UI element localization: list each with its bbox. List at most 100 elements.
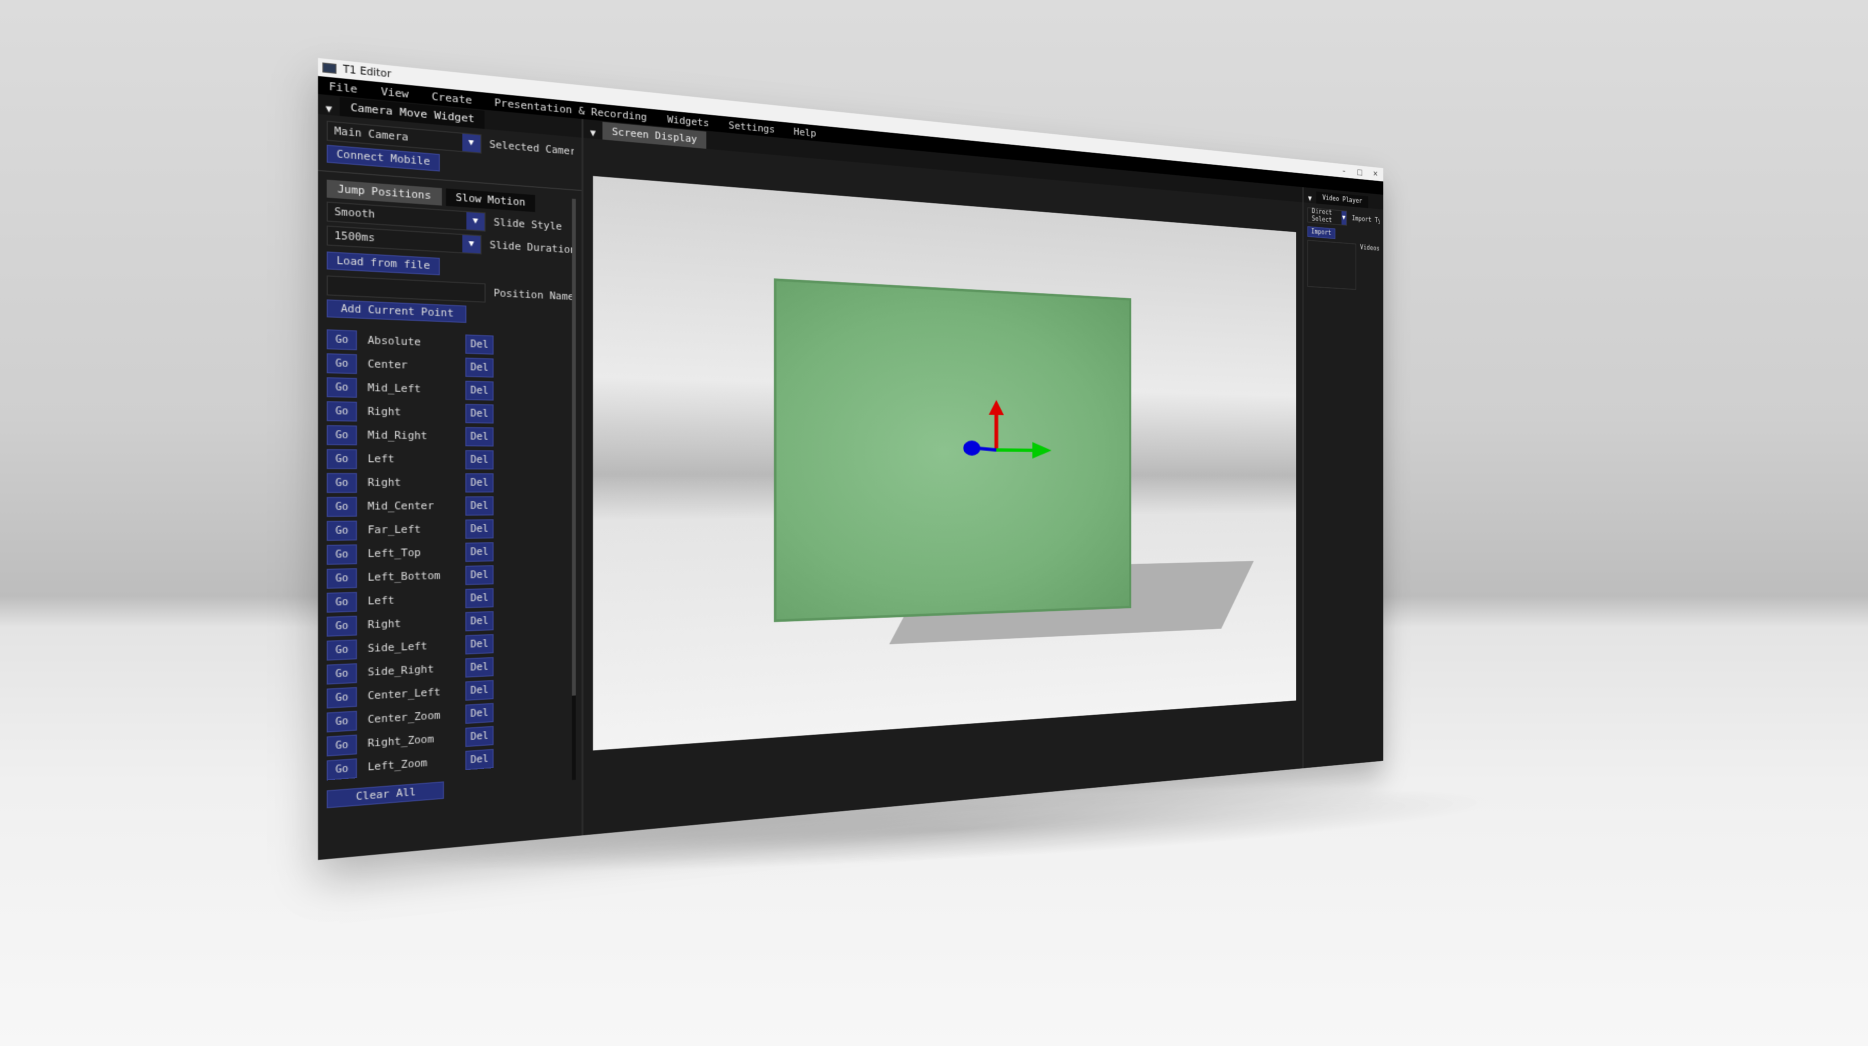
delete-button[interactable]: Del [465, 542, 494, 562]
add-current-point-button[interactable]: Add Current Point [326, 299, 467, 323]
delete-button[interactable]: Del [465, 634, 494, 655]
videos-listbox[interactable] [1307, 239, 1357, 290]
go-button[interactable]: Go [326, 568, 357, 589]
delete-button[interactable]: Del [465, 725, 494, 747]
positions-list: Go Absolute Del Go Center Del Go Mid_Left Del Go R… [326, 327, 574, 782]
clear-all-button[interactable]: Clear All [326, 781, 444, 809]
close-button[interactable]: ✕ [1368, 169, 1384, 179]
delete-button[interactable]: Del [465, 426, 494, 447]
position-row: Go Right Del [326, 471, 574, 495]
transform-gizmo[interactable] [959, 397, 1057, 473]
position-row: Go Right Del [326, 399, 574, 426]
go-button[interactable]: Go [326, 710, 357, 733]
go-button[interactable]: Go [326, 377, 357, 398]
video-player-panel: ▼ Video Player Direct Select ▼ Import Ty… [1302, 187, 1384, 769]
delete-button[interactable]: Del [465, 657, 494, 678]
go-button[interactable]: Go [326, 473, 357, 493]
slide-style-value: Smooth [334, 206, 376, 221]
go-button[interactable]: Go [326, 544, 357, 565]
maximize-button[interactable]: □ [1352, 168, 1368, 178]
workspace: ▼ Camera Move Widget Main Camera ▼ Selec… [318, 94, 1384, 860]
go-button[interactable]: Go [326, 734, 357, 757]
position-name: Left [367, 453, 395, 466]
go-button[interactable]: Go [326, 496, 357, 517]
right-panel-content: Direct Select ▼ Import Type Import Video… [1304, 202, 1384, 296]
import-type-select[interactable]: Direct Select ▼ [1307, 207, 1347, 226]
go-button[interactable]: Go [326, 758, 357, 781]
delete-button[interactable]: Del [465, 334, 494, 355]
collapse-icon[interactable]: ▼ [1304, 194, 1317, 203]
position-name: Absolute [367, 334, 421, 349]
delete-button[interactable]: Del [465, 565, 494, 586]
3d-viewport[interactable] [592, 175, 1297, 751]
delete-button[interactable]: Del [465, 680, 494, 701]
go-button[interactable]: Go [326, 639, 357, 661]
position-name: Left_Top [367, 547, 421, 561]
videos-label: Videos [1360, 243, 1380, 253]
go-button[interactable]: Go [326, 401, 357, 422]
collapse-icon[interactable]: ▼ [583, 128, 602, 140]
delete-button[interactable]: Del [465, 702, 494, 724]
minimize-button[interactable]: – [1336, 166, 1352, 176]
left-panel-content: Main Camera ▼ Selected Camera Connect Mo… [318, 114, 582, 815]
gizmo-y-arrow-icon[interactable] [988, 399, 1004, 416]
delete-button[interactable]: Del [465, 588, 494, 609]
delete-button[interactable]: Del [465, 611, 494, 632]
app-icon [322, 62, 337, 74]
position-name: Far_Left [367, 523, 421, 537]
delete-button[interactable]: Del [465, 357, 494, 378]
positions-scrollbar[interactable] [571, 198, 576, 781]
chevron-down-icon[interactable]: ▼ [1341, 211, 1347, 225]
delete-button[interactable]: Del [465, 450, 494, 470]
gizmo-x-arrow-icon[interactable] [1032, 441, 1052, 459]
go-button[interactable]: Go [326, 425, 357, 446]
go-button[interactable]: Go [326, 329, 357, 351]
chevron-down-icon[interactable]: ▼ [466, 212, 485, 231]
videos-row: Videos [1307, 239, 1380, 291]
delete-button[interactable]: Del [465, 519, 494, 539]
delete-button[interactable]: Del [465, 403, 494, 424]
position-name-label: Position Name [493, 287, 574, 303]
position-name: Left_Zoom [367, 757, 428, 774]
go-button[interactable]: Go [326, 520, 357, 541]
collapse-icon[interactable]: ▼ [318, 103, 340, 116]
position-name: Mid_Right [367, 429, 428, 443]
position-name: Right [367, 477, 402, 489]
screen-display-panel: ▼ Screen Display [583, 119, 1303, 836]
go-button[interactable]: Go [326, 615, 357, 637]
delete-button[interactable]: Del [465, 496, 494, 516]
menu-widgets[interactable]: Widgets [667, 113, 709, 129]
gizmo-z-handle-icon[interactable] [963, 440, 981, 456]
chevron-down-icon[interactable]: ▼ [461, 133, 481, 153]
position-row: Go Left Del [326, 447, 574, 471]
position-name: Right [367, 405, 402, 419]
import-button[interactable]: Import [1307, 226, 1336, 239]
chevron-down-icon[interactable]: ▼ [462, 234, 481, 254]
app-window: T1 Editor – □ ✕ File View Create Present… [318, 58, 1384, 860]
position-name: Mid_Center [367, 500, 434, 513]
tab-slow-motion[interactable]: Slow Motion [445, 188, 536, 213]
tab-jump-positions[interactable]: Jump Positions [326, 179, 442, 206]
position-name-input[interactable] [326, 275, 486, 303]
delete-button[interactable]: Del [465, 473, 494, 493]
go-button[interactable]: Go [326, 353, 357, 375]
position-name: Left_Bottom [367, 570, 441, 584]
position-name: Center_Zoom [367, 709, 441, 726]
go-button[interactable]: Go [326, 687, 357, 709]
scrollbar-thumb[interactable] [571, 198, 576, 696]
position-name: Right_Zoom [367, 733, 434, 750]
camera-select-value: Main Camera [334, 125, 409, 144]
green-screen-plane[interactable] [773, 277, 1132, 623]
menu-file[interactable]: File [329, 80, 358, 96]
menu-create[interactable]: Create [432, 90, 473, 107]
go-button[interactable]: Go [326, 591, 357, 613]
menu-help[interactable]: Help [794, 125, 816, 139]
go-button[interactable]: Go [326, 663, 357, 685]
delete-button[interactable]: Del [465, 380, 494, 401]
menu-view[interactable]: View [381, 85, 409, 100]
go-button[interactable]: Go [326, 449, 357, 470]
position-name: Mid_Left [367, 382, 421, 396]
position-name: Center_Left [367, 686, 441, 703]
load-from-file-button[interactable]: Load from file [326, 251, 440, 276]
delete-button[interactable]: Del [465, 748, 494, 771]
